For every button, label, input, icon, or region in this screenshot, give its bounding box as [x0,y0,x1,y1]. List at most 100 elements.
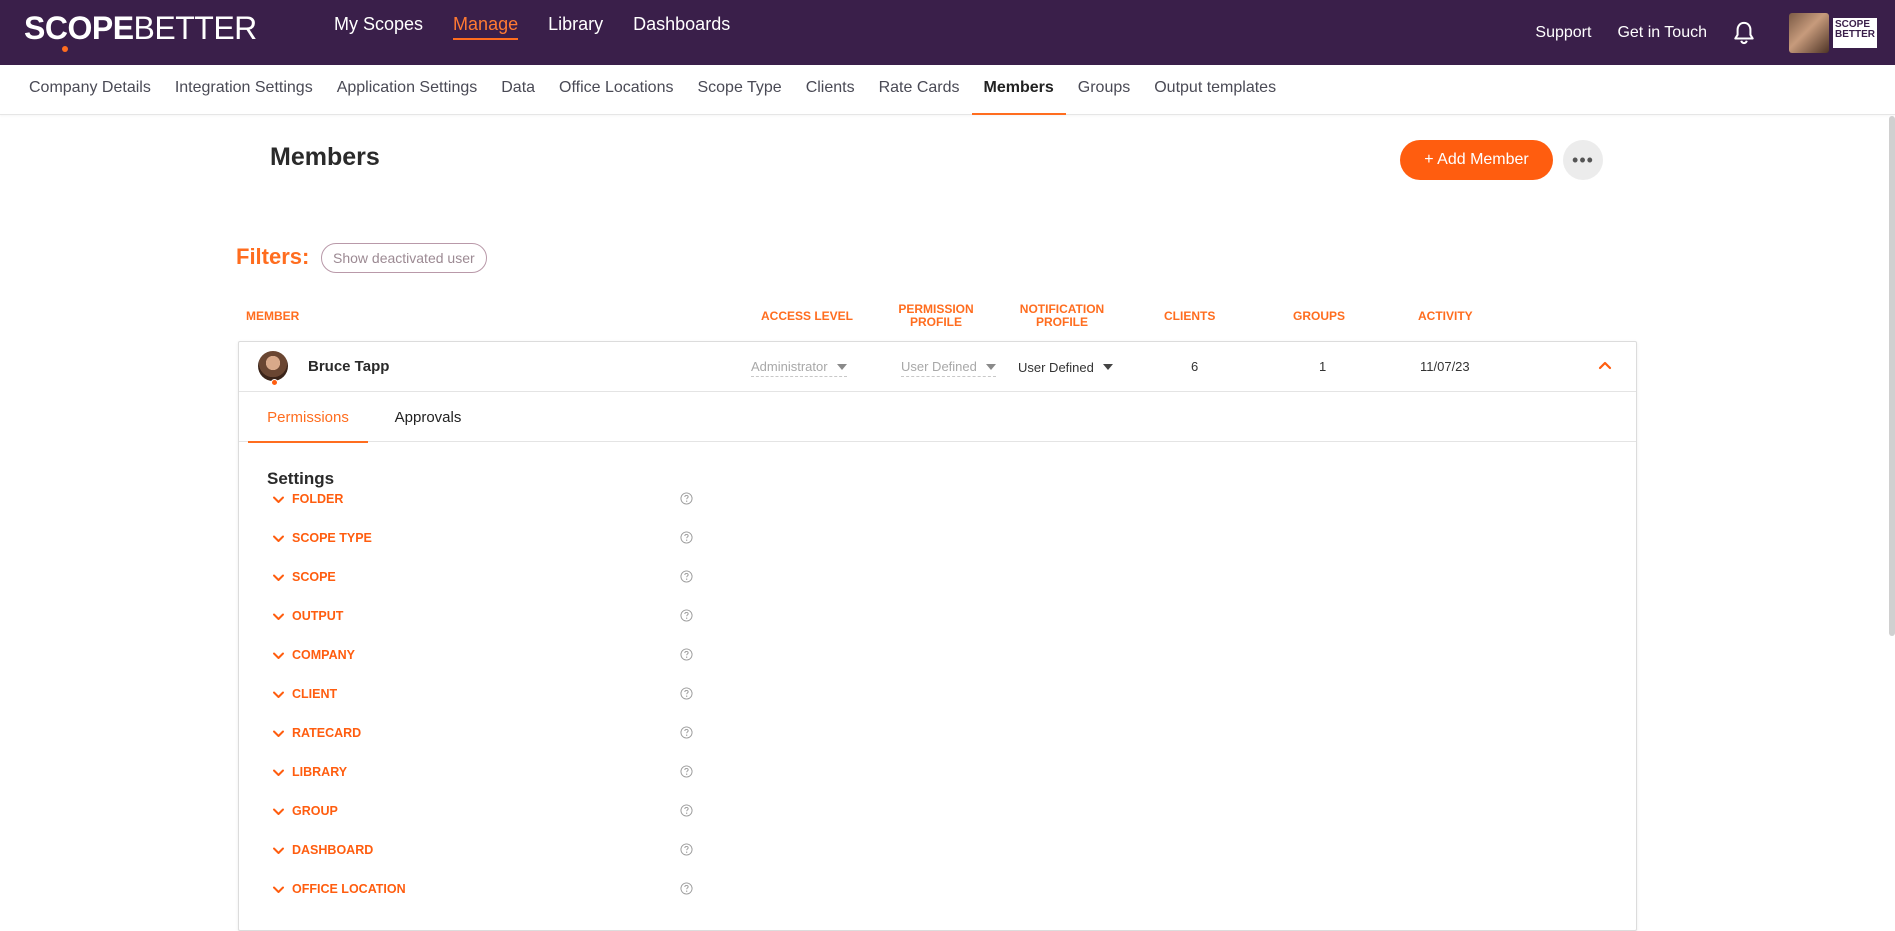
member-avatar [258,351,288,381]
add-member-button[interactable]: + Add Member [1400,140,1553,180]
tab-permissions[interactable]: Permissions [248,392,368,443]
get-in-touch-link[interactable]: Get in Touch [1617,24,1707,42]
header-permission-profile: PERMISSION PROFILE [896,303,976,329]
permission-row-output[interactable]: OUTPUT [272,601,702,631]
permission-row-folder[interactable]: FOLDER [272,484,702,514]
show-deactivated-filter[interactable]: Show deactivated user [321,243,487,273]
tab-groups[interactable]: Groups [1066,65,1142,115]
chevron-down-icon [273,769,284,776]
help-icon[interactable] [680,882,693,895]
main-nav: My Scopes Manage Library Dashboards [334,0,730,65]
header-groups: GROUPS [1293,309,1346,323]
permission-label: SCOPE [292,570,336,584]
help-icon[interactable] [680,765,693,778]
help-icon[interactable] [680,726,693,739]
help-icon[interactable] [680,687,693,700]
chevron-down-icon [273,574,284,581]
permission-label: OUTPUT [292,609,344,623]
permission-row-library[interactable]: LIBRARY [272,757,702,787]
page-scrollbar[interactable] [1889,116,1895,636]
tab-company-details[interactable]: Company Details [29,65,163,115]
help-icon[interactable] [680,609,693,622]
header-access-level: ACCESS LEVEL [761,309,854,323]
chevron-down-icon [273,730,284,737]
nav-dashboards[interactable]: Dashboards [633,0,730,40]
support-link[interactable]: Support [1535,24,1591,42]
permission-row-office-location[interactable]: OFFICE LOCATION [272,874,702,904]
permission-row-company[interactable]: COMPANY [272,640,702,670]
help-icon[interactable] [680,843,693,856]
permission-row-group[interactable]: GROUP [272,796,702,826]
help-icon[interactable] [680,531,693,544]
groups-count: 1 [1319,359,1327,374]
caret-down-icon [836,363,847,370]
permission-profile-value: User Defined [901,359,977,374]
company-logo-mini: SCOPE BETTER [1833,17,1877,48]
help-icon[interactable] [680,804,693,817]
header-notification-profile-line2: PROFILE [1035,315,1088,329]
notification-profile-select[interactable]: User Defined [1018,357,1113,377]
logo-dot [62,46,68,52]
chevron-down-icon [273,847,284,854]
access-level-value: Administrator [751,359,828,374]
nav-my-scopes[interactable]: My Scopes [334,0,423,40]
tab-members[interactable]: Members [971,65,1067,115]
nav-manage[interactable]: Manage [453,0,519,40]
tab-application-settings[interactable]: Application Settings [325,65,490,115]
scopebetter-logo[interactable]: SCOPEBETTER [24,10,258,52]
activity-date: 11/07/23 [1420,359,1470,374]
tab-rate-cards[interactable]: Rate Cards [867,65,972,115]
permission-row-client[interactable]: CLIENT [272,679,702,709]
user-avatar[interactable] [1789,12,1829,53]
chevron-down-icon [273,808,284,815]
chevron-up-icon[interactable] [1597,357,1613,373]
more-options-icon[interactable]: ••• [1563,140,1603,180]
member-status-dot [271,379,278,386]
chevron-down-icon [273,652,284,659]
header-member: MEMBER [246,309,300,323]
permission-row-dashboard[interactable]: DASHBOARD [272,835,702,865]
tab-integration-settings[interactable]: Integration Settings [163,65,325,115]
clients-count: 6 [1191,359,1199,374]
header-permission-profile-line2: PROFILE [909,315,962,329]
member-detail-tabs: Permissions Approvals [239,392,1636,443]
header-notification-profile: NOTIFICATION PROFILE [1014,303,1110,329]
help-icon[interactable] [680,648,693,661]
top-right-actions: Support Get in Touch SCOPE BETTER [1535,0,1895,65]
permission-row-ratecard[interactable]: RATECARD [272,718,702,748]
logo-word-1: SCOPE [24,10,134,46]
caret-down-icon [1102,364,1113,370]
permission-label: LIBRARY [292,765,348,779]
permission-label: GROUP [292,804,338,818]
permission-label: COMPANY [292,648,355,662]
help-icon[interactable] [680,492,693,505]
tab-output-templates[interactable]: Output templates [1142,65,1288,115]
notification-profile-value: User Defined [1018,359,1094,375]
caret-down-icon [985,363,996,370]
chevron-down-icon [273,535,284,542]
bell-icon[interactable] [1733,21,1755,45]
member-row[interactable]: Bruce Tapp Administrator User Defined Us… [239,342,1636,392]
tab-office-locations[interactable]: Office Locations [547,65,685,115]
access-level-select[interactable]: Administrator [751,357,847,377]
permission-row-scope[interactable]: SCOPE [272,562,702,592]
permission-label: SCOPE TYPE [292,531,372,545]
tab-approvals[interactable]: Approvals [368,392,488,442]
chevron-down-icon [273,886,284,893]
nav-library[interactable]: Library [548,0,603,40]
logo-word-2: BETTER [133,10,258,46]
permission-label: RATECARD [292,726,362,740]
page-title: Members [270,143,380,171]
tab-data[interactable]: Data [489,65,547,115]
chevron-down-icon [273,691,284,698]
tab-scope-type[interactable]: Scope Type [685,65,793,115]
filters-label: Filters: [236,244,310,269]
permission-label: OFFICE LOCATION [292,882,406,896]
header-activity: ACTIVITY [1418,309,1473,323]
tab-clients[interactable]: Clients [794,65,867,115]
permission-profile-select[interactable]: User Defined [901,357,996,377]
top-bar: SCOPEBETTER My Scopes Manage Library Das… [0,0,1895,65]
chevron-down-icon [273,613,284,620]
help-icon[interactable] [680,570,693,583]
permission-row-scope-type[interactable]: SCOPE TYPE [272,523,702,553]
